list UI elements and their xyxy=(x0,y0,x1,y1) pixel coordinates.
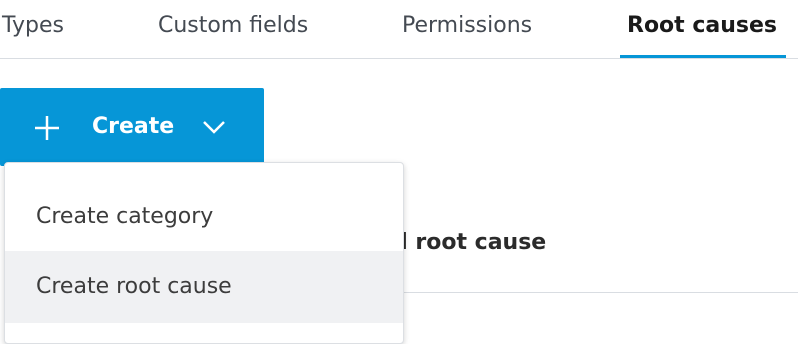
root-cause-heading: d root cause xyxy=(392,230,547,255)
menu-item-create-category[interactable]: Create category xyxy=(5,181,403,253)
tab-permissions[interactable]: Permissions xyxy=(402,11,532,41)
plus-icon xyxy=(35,116,59,140)
tab-types[interactable]: Types xyxy=(2,11,64,41)
tab-root-causes[interactable]: Root causes xyxy=(627,11,777,41)
menu-item-create-root-cause[interactable]: Create root cause xyxy=(5,251,403,323)
tab-bar: Types Custom fields Permissions Root cau… xyxy=(0,0,798,59)
create-dropdown-menu: Create category Create root cause xyxy=(4,162,404,344)
create-button-label: Create xyxy=(92,114,175,139)
content-divider xyxy=(404,292,798,293)
create-button[interactable]: Create xyxy=(0,88,264,166)
chevron-down-icon xyxy=(203,121,225,134)
active-tab-indicator xyxy=(620,55,786,58)
tab-custom-fields[interactable]: Custom fields xyxy=(158,11,308,41)
